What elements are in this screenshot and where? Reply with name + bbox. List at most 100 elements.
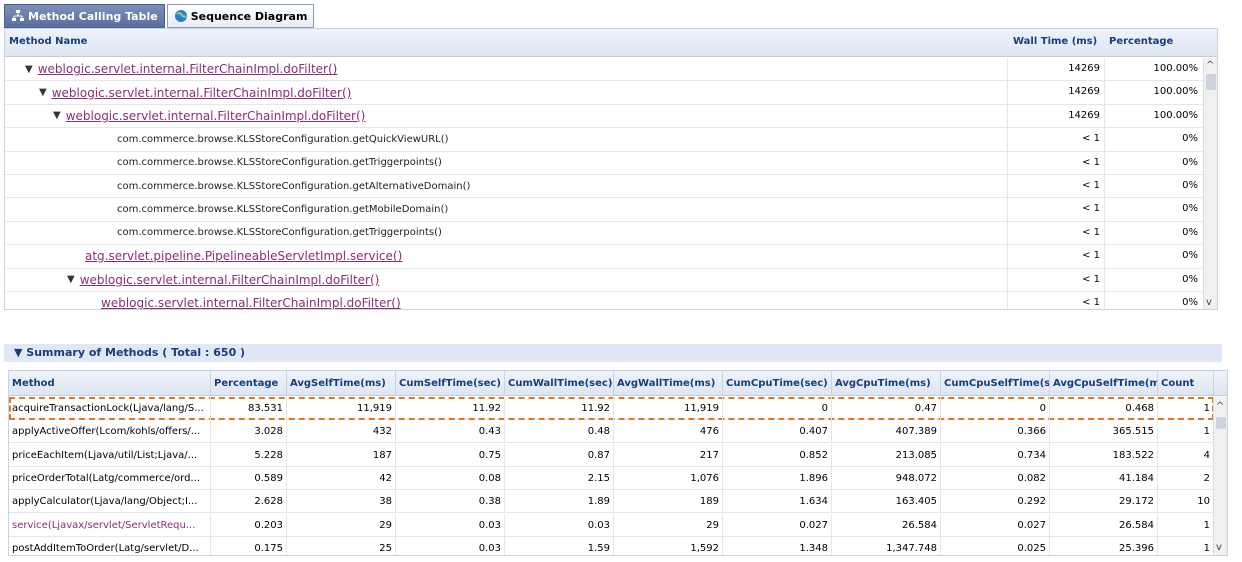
summary-value-cell: 11,919 <box>287 397 396 420</box>
summary-value-cell: 26.584 <box>832 513 941 537</box>
wall-time-cell: < 1 <box>1009 198 1105 221</box>
summary-column-header[interactable]: CumSelfTime(sec) <box>396 371 505 396</box>
summary-value-cell: 0.468 <box>1050 397 1158 420</box>
summary-value-cell: 1.634 <box>723 490 832 514</box>
summary-value-cell: 25.396 <box>1050 536 1158 555</box>
summary-value-cell: 0.38 <box>396 490 505 514</box>
summary-value-cell: 0.027 <box>941 513 1050 537</box>
scroll-up-icon[interactable]: ^ <box>1216 401 1224 412</box>
wall-time-cell: 14269 <box>1009 58 1105 81</box>
selected-summary-row[interactable]: acquireTransactionLock(Ljava/lang/S... 83… <box>9 397 1214 420</box>
summary-value-cell: 217 <box>614 443 723 467</box>
summary-value-cell: 1.896 <box>723 466 832 490</box>
method-name-cell: com.commerce.browse.KLSStoreConfiguratio… <box>5 128 1008 151</box>
table-row[interactable]: ▼ weblogic.servlet.internal.FilterChainIm… <box>5 104 1203 129</box>
method-link[interactable]: weblogic.servlet.internal.FilterChainImp… <box>38 62 338 76</box>
expand-triangle-icon[interactable]: ▼ <box>25 64 33 75</box>
method-link[interactable]: weblogic.servlet.internal.FilterChainImp… <box>66 109 366 123</box>
summary-column-header[interactable]: CumWallTime(sec) <box>505 371 614 396</box>
table-row[interactable]: ▼ weblogic.servlet.internal.FilterChainIm… <box>5 268 1203 292</box>
summary-row[interactable]: applyActiveOffer(Lcom/kohls/offers/... 3.… <box>9 420 1214 444</box>
summary-value-cell: 0.75 <box>396 443 505 467</box>
summary-value-cell: 29 <box>614 513 723 537</box>
table-row[interactable]: ▼ weblogic.servlet.internal.FilterChainIm… <box>5 81 1203 105</box>
method-table-scrollbar[interactable]: ^ v <box>1203 58 1217 309</box>
summary-row[interactable]: priceEachItem(Ljava/util/List;Ljava/... 5… <box>9 443 1214 467</box>
summary-column-header[interactable]: AvgSelfTime(ms) <box>287 371 396 396</box>
summary-row[interactable]: postAddItemToOrder(Latg/servlet/D... 0.17… <box>9 536 1214 555</box>
table-row[interactable]: com.commerce.browse.KLSStoreConfiguratio… <box>5 198 1203 222</box>
summary-value-cell: 365.515 <box>1050 420 1158 444</box>
summary-value-cell: 83.531 <box>211 397 287 420</box>
method-link[interactable]: atg.servlet.pipeline.PipelineableServlet… <box>85 249 402 263</box>
summary-row[interactable]: applyCalculator(Ljava/lang/Object;I... 2.… <box>9 490 1214 514</box>
wall-time-cell: < 1 <box>1009 174 1105 198</box>
summary-header[interactable]: ▼ Summary of Methods ( Total : 650 ) <box>4 344 1222 362</box>
summary-value-cell: 1.89 <box>505 490 614 514</box>
scroll-down-icon[interactable]: v <box>1216 542 1222 553</box>
summary-table-scrollbar[interactable]: ^ v <box>1213 397 1227 555</box>
header-wall-time[interactable]: Wall Time (ms) <box>1013 36 1097 47</box>
summary-value-cell: 11.92 <box>505 397 614 420</box>
scroll-down-icon[interactable]: v <box>1206 297 1212 308</box>
scroll-thumb[interactable] <box>1206 74 1216 90</box>
summary-value-cell: 476 <box>614 420 723 444</box>
method-link[interactable]: weblogic.servlet.internal.FilterChainImp… <box>101 296 401 309</box>
summary-value-cell: 10 <box>1158 490 1214 514</box>
summary-value-cell: 0.03 <box>396 536 505 555</box>
summary-column-header[interactable]: AvgCpuSelfTime(ms <box>1050 371 1158 396</box>
percentage-cell: 0% <box>1182 250 1198 262</box>
summary-value-cell: 42 <box>287 466 396 490</box>
summary-value-cell: 29.172 <box>1050 490 1158 514</box>
summary-value-cell: 11,919 <box>614 397 723 420</box>
summary-column-header[interactable]: Count <box>1158 371 1214 396</box>
table-row[interactable]: ▼ weblogic.servlet.internal.FilterChainIm… <box>5 58 1203 82</box>
method-rows: ▼ weblogic.servlet.internal.FilterChainIm… <box>5 58 1203 309</box>
method-link[interactable]: weblogic.servlet.internal.FilterChainImp… <box>80 273 380 287</box>
header-method-name[interactable]: Method Name <box>9 36 87 47</box>
tab-method-calling-table[interactable]: Method Calling Table <box>4 4 165 28</box>
method-link[interactable]: weblogic.servlet.internal.FilterChainImp… <box>52 86 352 100</box>
summary-value-cell: 0.852 <box>723 443 832 467</box>
percentage-cell: 0% <box>1182 133 1198 145</box>
wall-time-cell: 14269 <box>1009 81 1105 104</box>
table-row[interactable]: com.commerce.browse.KLSStoreConfiguratio… <box>5 174 1203 199</box>
table-row[interactable]: com.commerce.browse.KLSStoreConfiguratio… <box>5 128 1203 152</box>
summary-value-cell: 0 <box>723 397 832 420</box>
summary-column-header[interactable]: CumCpuTime(sec) <box>723 371 832 396</box>
percentage-cell: 100.00% <box>1153 63 1199 74</box>
summary-value-cell: 0.175 <box>211 536 287 555</box>
scroll-thumb[interactable] <box>1216 417 1226 429</box>
summary-value-cell: 0 <box>941 397 1050 420</box>
summary-value-cell: 5.228 <box>211 443 287 467</box>
expand-triangle-icon[interactable]: ▼ <box>53 110 61 121</box>
summary-value-cell: 25 <box>287 536 396 555</box>
summary-row[interactable]: priceOrderTotal(Latg/commerce/ord... 0.58… <box>9 466 1214 490</box>
summary-column-header[interactable]: Percentage <box>211 371 287 396</box>
expand-triangle-icon[interactable]: ▼ <box>67 274 75 285</box>
header-percentage[interactable]: Percentage <box>1109 36 1173 47</box>
summary-method-cell: priceOrderTotal(Latg/commerce/ord... <box>9 466 211 490</box>
method-name-cell: ▼ weblogic.servlet.internal.FilterChainIm… <box>5 58 1008 81</box>
table-row[interactable]: com.commerce.browse.KLSStoreConfiguratio… <box>5 151 1203 175</box>
table-row[interactable]: weblogic.servlet.internal.FilterChainImp… <box>5 291 1203 309</box>
summary-value-cell: 0.03 <box>396 513 505 537</box>
expand-triangle-icon[interactable]: ▼ <box>39 87 47 98</box>
summary-column-header[interactable]: CumCpuSelfTime(se <box>941 371 1050 396</box>
method-name-cell: com.commerce.browse.KLSStoreConfiguratio… <box>5 198 1008 221</box>
table-row[interactable]: atg.servlet.pipeline.PipelineableServlet… <box>5 245 1203 269</box>
scroll-up-icon[interactable]: ^ <box>1206 60 1214 71</box>
summary-column-header[interactable]: Method <box>9 371 211 396</box>
table-row[interactable]: com.commerce.browse.KLSStoreConfiguratio… <box>5 221 1203 246</box>
wall-time-cell: < 1 <box>1009 268 1105 291</box>
summary-value-cell: 0.407 <box>723 420 832 444</box>
collapse-triangle-icon[interactable]: ▼ <box>14 346 26 359</box>
summary-column-header[interactable]: AvgCpuTime(ms) <box>832 371 941 396</box>
summary-row[interactable]: service(Ljavax/servlet/ServletRequ... 0.2… <box>9 513 1214 537</box>
summary-column-header[interactable]: AvgWallTime(ms) <box>614 371 723 396</box>
tab-sequence-diagram[interactable]: Sequence Diagram <box>166 4 315 28</box>
table-header: Method Name Wall Time (ms) Percentage <box>5 29 1217 57</box>
summary-value-cell: 0.203 <box>211 513 287 537</box>
summary-method-cell: postAddItemToOrder(Latg/servlet/D... <box>9 536 211 555</box>
summary-value-cell: 0.292 <box>941 490 1050 514</box>
